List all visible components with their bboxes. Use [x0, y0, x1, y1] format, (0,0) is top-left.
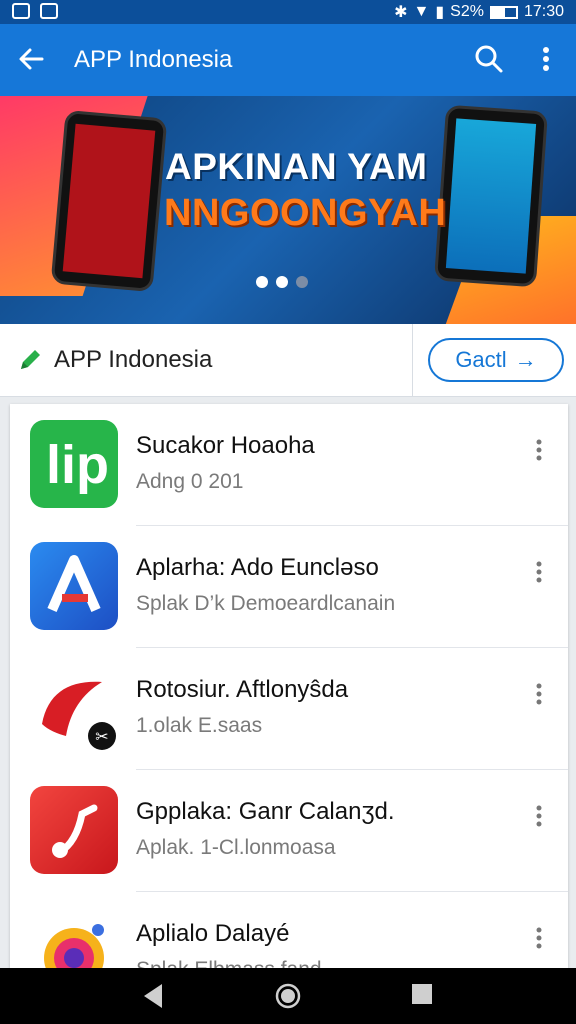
system-navigation-bar: [0, 968, 576, 1024]
carousel-dot[interactable]: [296, 276, 308, 288]
app-subtitle: 1.olak E.saas: [136, 714, 263, 737]
app-title: Gpplaka: Ganr Calanʒd.: [136, 798, 395, 825]
app-subtitle: Splak D’k Demoeardlcanain: [136, 592, 396, 615]
svg-text:✂: ✂: [95, 727, 108, 746]
app-notification-icon: [40, 3, 58, 19]
app-title: Sucakor Hoaoha: [136, 432, 315, 459]
get-button-label: Gactl: [455, 347, 507, 372]
more-vert-icon[interactable]: [528, 682, 550, 706]
clock: 17:30: [523, 3, 564, 20]
list-item[interactable]: Gpplaka: Ganr Calanʒd. Aplak. 1-Cl.lonmo…: [10, 770, 568, 892]
gallery-notification-icon: [12, 3, 30, 19]
bluetooth-icon: ✱: [394, 4, 408, 21]
more-vert-icon[interactable]: [528, 926, 550, 950]
red-swoosh-app-icon: ✂: [30, 664, 118, 752]
promo-banner[interactable]: APKINAN YAM NNGOONGYAH: [0, 96, 576, 324]
more-vert-icon[interactable]: [528, 438, 550, 462]
page-title: APP Indonesia: [74, 46, 233, 73]
app-bar: APP Indonesia: [0, 24, 576, 96]
app-title: Aplialo Dalayé: [136, 920, 290, 947]
search-icon[interactable]: [474, 44, 504, 74]
pencil-icon: [21, 350, 40, 369]
nav-recents-icon[interactable]: [410, 982, 434, 1006]
banner-phone-image: [50, 109, 168, 293]
get-button[interactable]: Gactl →: [428, 338, 564, 382]
signal-icon: ▮: [435, 4, 445, 21]
more-vert-icon[interactable]: [528, 560, 550, 584]
app-list: lip Sucakor Hoaoha Adng 0 201 Aplarha: A…: [10, 404, 568, 968]
app-subtitle: Adng 0 201: [136, 470, 244, 493]
status-bar: ✱ ▼ ▮ S2% 17:30: [0, 0, 576, 24]
lip-app-icon: lip: [30, 420, 118, 508]
app-subtitle: Splak Elbmass fand: [136, 958, 322, 968]
app-title: Aplarha: Ado Euncləso: [136, 554, 379, 581]
nav-back-icon[interactable]: [140, 982, 166, 1010]
banner-headline: APKINAN YAM: [165, 146, 428, 187]
list-item[interactable]: Aplarha: Ado Euncləso Splak D’k Demoeard…: [10, 526, 568, 648]
section-title: APP Indonesia: [54, 346, 213, 373]
list-item[interactable]: ✂ Rotosiur. Aftlonyŝda 1.olak E.saas: [10, 648, 568, 770]
app-subtitle: Aplak. 1-Cl.lonmoasa: [136, 836, 336, 859]
arrow-right-icon: →: [514, 347, 537, 372]
divider: [412, 324, 413, 396]
section-header: APP Indonesia Gactl →: [0, 324, 576, 397]
a-logo-app-icon: [30, 542, 118, 630]
carousel-dot-active[interactable]: [276, 276, 288, 288]
nav-home-icon[interactable]: [274, 982, 302, 1010]
music-note-app-icon: [30, 786, 118, 874]
carousel-dot[interactable]: [256, 276, 268, 288]
banner-subheadline: NNGOONGYAH: [164, 192, 447, 234]
colorful-gear-app-icon: [30, 908, 118, 968]
list-item[interactable]: Aplialo Dalayé Splak Elbmass fand: [10, 892, 568, 968]
more-vert-icon[interactable]: [528, 804, 550, 828]
wifi-icon: ▼: [413, 3, 430, 20]
battery-icon: [489, 5, 518, 19]
back-arrow-icon[interactable]: [16, 44, 46, 74]
carousel-indicator[interactable]: [256, 276, 308, 288]
app-title: Rotosiur. Aftlonyŝda: [136, 676, 349, 703]
banner-phone-image: [433, 104, 549, 288]
more-vert-icon[interactable]: [534, 44, 558, 74]
signal-text: S2%: [450, 3, 484, 20]
list-item[interactable]: lip Sucakor Hoaoha Adng 0 201: [10, 404, 568, 526]
